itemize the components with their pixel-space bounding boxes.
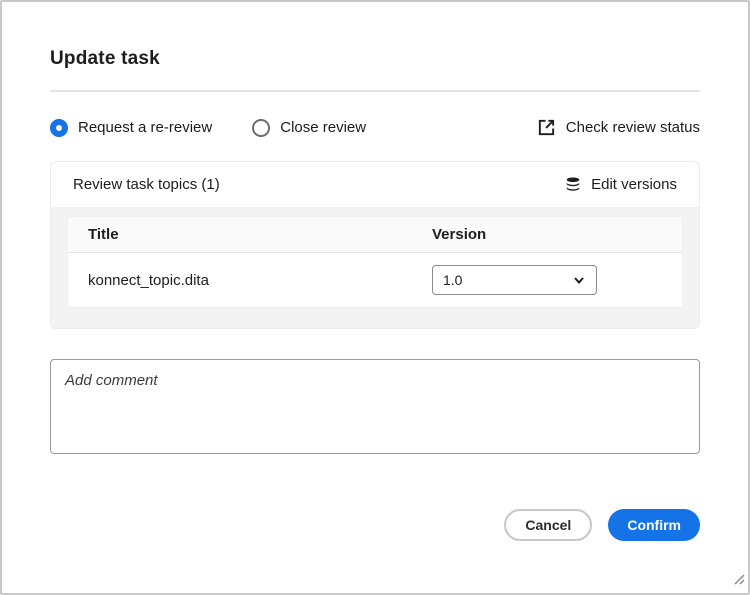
divider	[50, 90, 700, 92]
radio-request-rereview-label: Request a re-review	[78, 119, 212, 136]
column-header-version: Version	[432, 226, 662, 243]
column-header-title: Title	[88, 226, 432, 243]
topics-table: Title Version konnect_topic.dita 1.0	[67, 216, 683, 308]
radio-close-review-label: Close review	[280, 119, 366, 136]
edit-versions-button[interactable]: Edit versions	[564, 176, 677, 194]
dialog-title: Update task	[50, 48, 700, 70]
version-select[interactable]: 1.0	[432, 265, 597, 295]
review-topics-panel: Review task topics (1) Edit versions	[50, 161, 700, 329]
review-options-row: Request a re-review Close review Check r…	[50, 118, 700, 137]
check-review-status-label: Check review status	[566, 119, 700, 136]
confirm-button[interactable]: Confirm	[608, 509, 700, 541]
radio-close-review[interactable]: Close review	[252, 119, 366, 137]
cancel-button[interactable]: Cancel	[504, 509, 592, 541]
chevron-down-icon	[572, 273, 586, 287]
database-icon	[564, 176, 582, 194]
edit-versions-label: Edit versions	[591, 176, 677, 193]
check-review-status-button[interactable]: Check review status	[537, 118, 700, 137]
update-task-dialog: Update task Request a re-review Close re…	[0, 0, 750, 595]
resize-handle[interactable]	[732, 572, 745, 590]
table-row: konnect_topic.dita 1.0	[68, 253, 682, 307]
radio-unchecked-icon	[252, 119, 270, 137]
version-select-value: 1.0	[443, 272, 462, 288]
topics-panel-body: Title Version konnect_topic.dita 1.0	[51, 208, 699, 328]
arrow-out-of-box-icon	[537, 118, 556, 137]
radio-checked-icon	[50, 119, 68, 137]
dialog-actions: Cancel Confirm	[50, 509, 700, 541]
table-header-row: Title Version	[68, 217, 682, 253]
radio-request-rereview[interactable]: Request a re-review	[50, 119, 212, 137]
topics-panel-header: Review task topics (1) Edit versions	[51, 162, 699, 208]
topics-panel-title: Review task topics (1)	[73, 176, 220, 193]
topic-title: konnect_topic.dita	[88, 272, 432, 289]
comment-input[interactable]	[50, 359, 700, 454]
